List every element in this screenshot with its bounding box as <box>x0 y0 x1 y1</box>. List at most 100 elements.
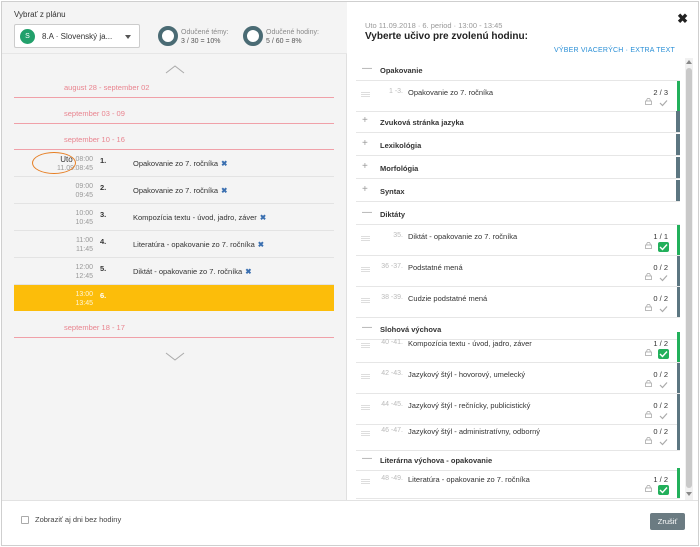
class-select[interactable]: S 8.A · Slovenský ja... <box>14 24 140 48</box>
drag-handle-icon[interactable] <box>361 405 370 410</box>
remove-icon[interactable]: ✖ <box>260 213 266 222</box>
dialog-footer: Zobraziť aj dni bez hodiny Zrušiť <box>2 500 698 545</box>
topic-order: 40 -41. <box>381 339 403 346</box>
week-label: september 10 - 16 <box>64 135 125 144</box>
remove-icon[interactable]: ✖ <box>221 159 227 168</box>
check-icon[interactable] <box>658 98 669 108</box>
panel-title: Vyberte učivo pre zvolenú hodinu: <box>365 31 528 42</box>
status-bar <box>677 363 680 393</box>
lesson-number: 5. <box>100 264 107 273</box>
scroll-up-arrow-icon[interactable] <box>686 60 692 64</box>
lesson-row[interactable]: 09:00 09:45 2. Opakovanie zo 7. ročníka ✖ <box>14 177 334 204</box>
week-row[interactable]: september 10 - 16 <box>14 132 334 150</box>
check-icon[interactable] <box>658 485 669 495</box>
lesson-time: 10:00 10:45 <box>75 210 93 226</box>
drag-handle-icon[interactable] <box>361 236 370 241</box>
status-bar <box>676 157 680 178</box>
drag-handle-icon[interactable] <box>361 298 370 303</box>
week-row[interactable]: september 03 - 09 <box>14 106 334 124</box>
scroll-down-arrow-icon[interactable] <box>686 492 692 496</box>
section-header[interactable]: + Lexikológia <box>356 134 680 156</box>
topic-item[interactable]: 46 -47. Jazykový štýl - administratívny,… <box>356 420 680 451</box>
expand-icon: + <box>362 161 368 172</box>
topic-count: 0 / 2 <box>653 263 668 272</box>
topic-item[interactable]: 48 -49. Literatúra - opakovanie zo 7. ro… <box>356 468 680 499</box>
lesson-subject: Opakovanie zo 7. ročníka ✖ <box>133 186 228 195</box>
status-bar <box>677 332 680 362</box>
scrollbar[interactable] <box>685 58 693 500</box>
expand-icon: + <box>362 115 368 126</box>
topic-item[interactable]: 40 -41. Kompozícia textu - úvod, jadro, … <box>356 332 680 363</box>
stat-hours-label: Odučené hodiny: <box>266 29 319 36</box>
scroll-up-icon[interactable] <box>165 64 185 74</box>
topic-item[interactable]: 36 -37. Podstatné mená 0 / 2 <box>356 256 680 287</box>
lesson-row[interactable]: 10:00 10:45 3. Kompozícia textu - úvod, j… <box>14 204 334 231</box>
drag-handle-icon[interactable] <box>361 267 370 272</box>
check-icon[interactable] <box>658 304 669 314</box>
remove-icon[interactable]: ✖ <box>245 267 251 276</box>
period-info: Uto 11.09.2018 · 6. period · 13:00 - 13:… <box>365 21 503 30</box>
collapse-icon: — <box>362 63 372 74</box>
topic-item[interactable]: 38 -39. Cudzie podstatné mená 0 / 2 <box>356 287 680 318</box>
multi-select-links[interactable]: VÝBER VIACERÝCH · EXTRA TEXT <box>554 47 675 54</box>
drag-handle-icon[interactable] <box>361 479 370 484</box>
topic-item[interactable]: 42 -43. Jazykový štýl - hovorový, umelec… <box>356 363 680 394</box>
week-row[interactable]: august 28 - september 02 <box>14 80 334 98</box>
topic-count: 1 / 2 <box>653 475 668 484</box>
section-header[interactable]: + Morfológia <box>356 157 680 179</box>
lesson-time: 11:00 11:45 <box>76 237 93 253</box>
topic-count: 0 / 2 <box>653 401 668 410</box>
topic-item[interactable]: 1 -3. Opakovanie zo 7. ročníka 2 / 3 <box>356 81 680 112</box>
week-row[interactable]: september 18 - 17 <box>14 320 334 338</box>
section-header[interactable]: — Opakovanie <box>356 59 680 81</box>
scrollbar-thumb[interactable] <box>686 68 692 488</box>
check-icon[interactable] <box>658 349 669 359</box>
section-name: Literárna výchova - opakovanie <box>380 456 493 465</box>
drag-handle-icon[interactable] <box>361 431 370 436</box>
lesson-row[interactable]: 11:00 11:45 4. Literatúra - opakovanie zo… <box>14 231 334 258</box>
lesson-time: 12:00 12:45 <box>75 264 93 280</box>
close-icon[interactable]: ✖ <box>677 11 688 27</box>
check-icon[interactable] <box>658 242 669 252</box>
stat-topics: Odučené témy: 3 / 30 = 10% <box>181 28 228 46</box>
topic-order: 48 -49. <box>381 475 403 482</box>
cancel-button[interactable]: Zrušiť <box>650 513 685 530</box>
expand-icon: + <box>362 138 368 149</box>
lesson-number: 4. <box>100 237 107 246</box>
hours-donut-icon <box>243 26 263 46</box>
drag-handle-icon[interactable] <box>361 374 370 379</box>
lock-icon <box>645 380 652 387</box>
lesson-subject: Opakovanie zo 7. ročníka ✖ <box>133 159 228 168</box>
lesson-row[interactable]: 12:00 12:45 5. Diktát - opakovanie zo 7. … <box>14 258 334 285</box>
class-select-value: 8.A · Slovenský ja... <box>42 32 113 41</box>
topic-name: Diktát - opakovanie zo 7. ročníka <box>408 232 518 241</box>
lesson-number: 2. <box>100 183 107 192</box>
week-label: august 28 - september 02 <box>64 83 150 92</box>
lesson-time: 08:00 08:45 <box>75 156 93 172</box>
week-label: september 18 - 17 <box>64 323 125 332</box>
check-icon[interactable] <box>658 437 669 447</box>
lock-icon <box>645 349 652 356</box>
lesson-number: 1. <box>100 156 107 165</box>
lesson-row-active[interactable]: 13:00 13:45 6. <box>14 285 334 311</box>
drag-handle-icon[interactable] <box>361 92 370 97</box>
show-empty-days-label[interactable]: Zobraziť aj dni bez hodiny <box>35 515 121 524</box>
topic-item[interactable]: 35. Diktát - opakovanie zo 7. ročníka 1 … <box>356 225 680 256</box>
lock-icon <box>645 411 652 418</box>
check-icon[interactable] <box>658 380 669 390</box>
section-header[interactable]: — Diktáty <box>356 203 680 225</box>
section-header[interactable]: + Syntax <box>356 180 680 202</box>
topic-count: 0 / 2 <box>653 294 668 303</box>
scroll-down-icon[interactable] <box>165 352 185 362</box>
status-bar <box>676 180 680 201</box>
section-header[interactable]: + Zvuková stránka jazyka <box>356 111 680 133</box>
drag-handle-icon[interactable] <box>361 343 370 348</box>
lesson-row[interactable]: 08:00 08:45 1. Opakovanie zo 7. ročníka ✖ <box>14 150 334 177</box>
lock-icon <box>645 242 652 249</box>
status-bar <box>677 287 680 317</box>
show-empty-days-checkbox[interactable] <box>21 516 29 524</box>
lesson-planner-dialog: Vybrať z plánu S 8.A · Slovenský ja... O… <box>1 1 699 546</box>
remove-icon[interactable]: ✖ <box>221 186 227 195</box>
remove-icon[interactable]: ✖ <box>258 240 264 249</box>
check-icon[interactable] <box>658 273 669 283</box>
